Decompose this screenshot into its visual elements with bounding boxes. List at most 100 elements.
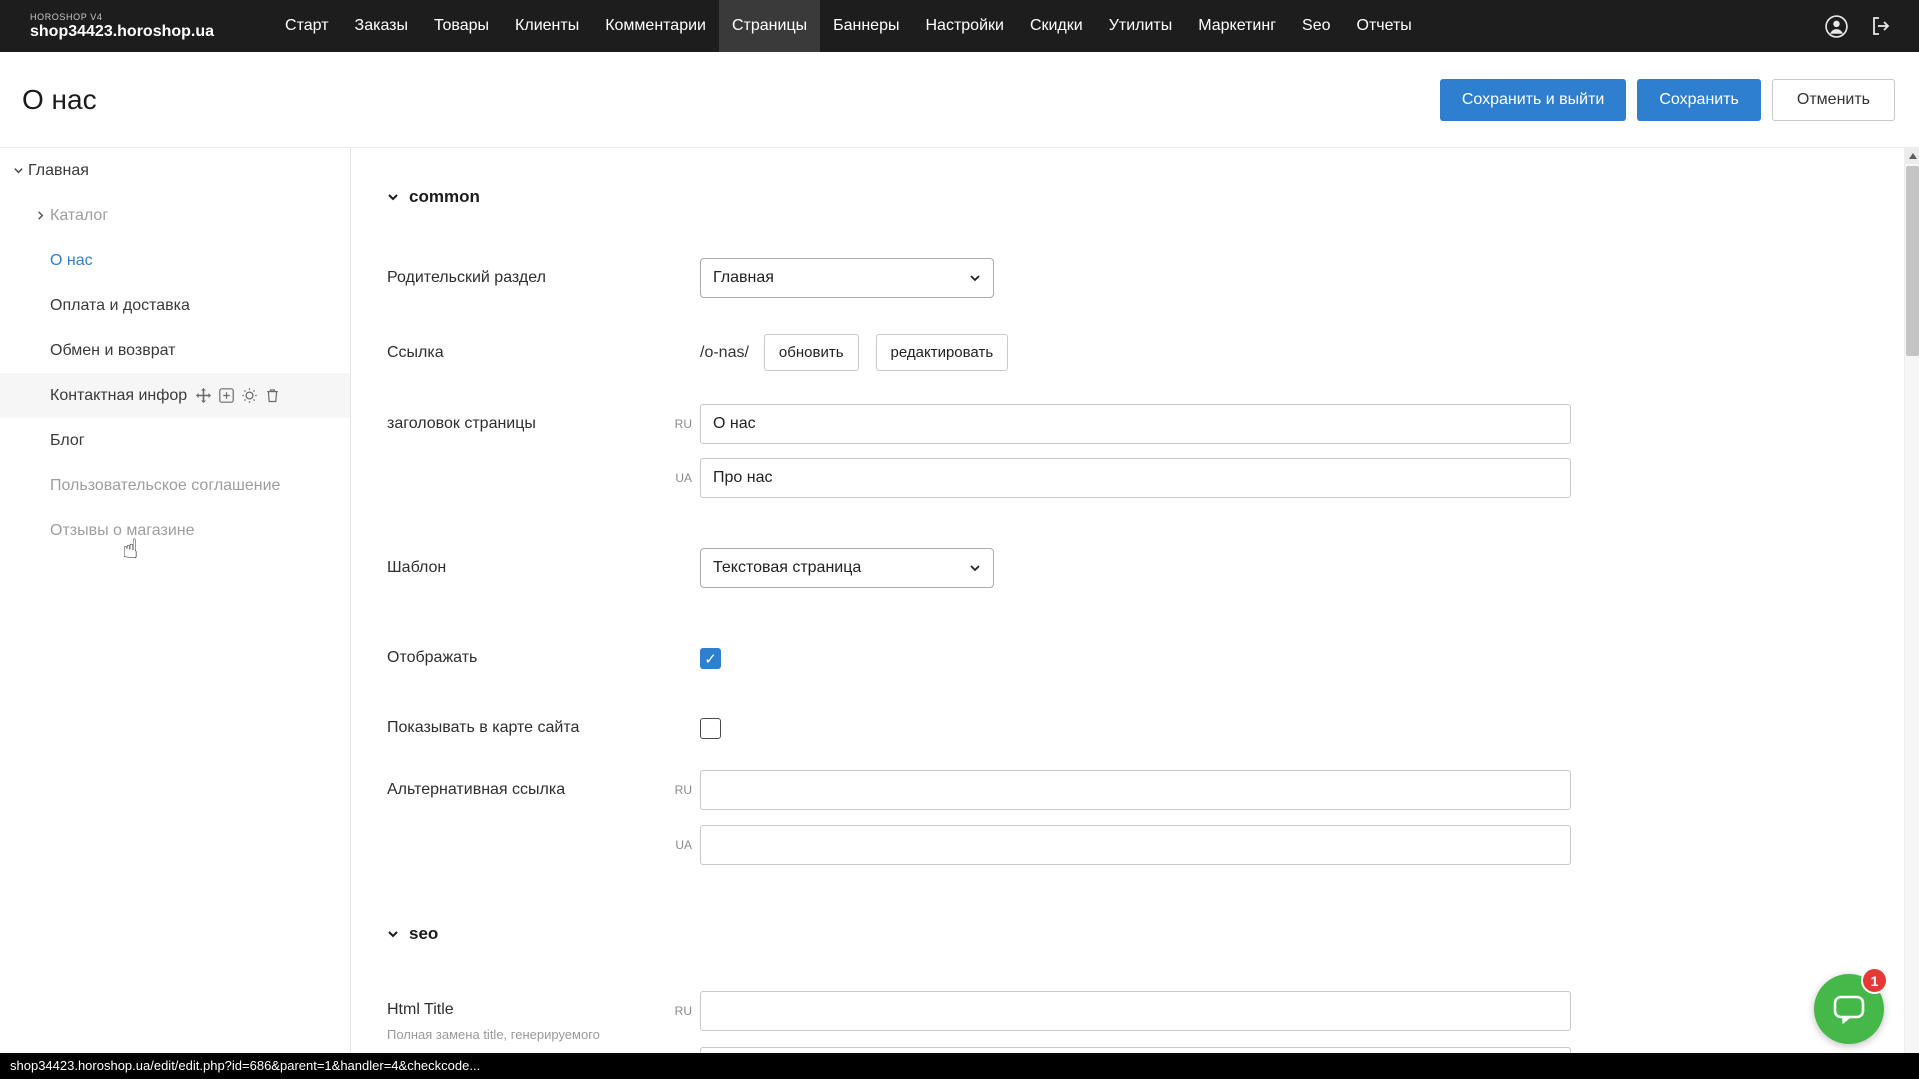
user-account-icon[interactable]	[1824, 14, 1849, 39]
scroll-up-arrow[interactable]	[1905, 148, 1919, 164]
sidebar-item-label: Главная	[28, 162, 89, 180]
topnav-item-settings[interactable]: Настройки	[912, 0, 1016, 52]
html-title-hint: Полная замена title, генерируемого	[387, 1027, 666, 1042]
select-value: Главная	[713, 269, 774, 287]
sidebar-item-label: Каталог	[50, 207, 108, 225]
link-path: /o-nas/	[700, 334, 749, 371]
chat-launcher-button[interactable]: 1	[1814, 974, 1884, 1044]
parent-section-label: Родительский раздел	[387, 258, 700, 298]
topnav-item-reports[interactable]: Отчеты	[1344, 0, 1425, 52]
body: Главная Каталог О нас Оплата и доставка …	[0, 148, 1919, 1079]
edit-link-button[interactable]: редактировать	[876, 334, 1009, 371]
alt-link-ru-input[interactable]	[700, 770, 1571, 810]
vertical-scrollbar[interactable]	[1904, 148, 1919, 1079]
sidebar-item-catalog[interactable]: Каталог	[0, 193, 350, 238]
gear-icon[interactable]	[242, 388, 257, 403]
display-label: Отображать	[387, 638, 700, 678]
scrollbar-thumb[interactable]	[1906, 166, 1919, 356]
brand-domain: shop34423.horoshop.ua	[30, 23, 214, 41]
sidebar-item-exchange-return[interactable]: Обмен и возврат	[0, 328, 350, 373]
cancel-button[interactable]: Отменить	[1772, 79, 1895, 121]
brand-version: HOROSHOP V4	[30, 12, 214, 22]
select-value: Текстовая страница	[713, 559, 861, 577]
chevron-down-icon	[387, 191, 399, 203]
top-navigation: Старт Заказы Товары Клиенты Комментарии …	[272, 0, 1824, 52]
page-edit-form: common Родительский раздел Главная Ссылк…	[351, 148, 1919, 1079]
lang-ua-badge: UA	[666, 838, 692, 852]
topnav-item-clients[interactable]: Клиенты	[502, 0, 592, 52]
sidebar-item-label: О нас	[50, 252, 93, 270]
sitemap-label: Показывать в карте сайта	[387, 708, 700, 748]
html-title-ru-input[interactable]	[700, 991, 1571, 1031]
pages-tree-sidebar: Главная Каталог О нас Оплата и доставка …	[0, 148, 351, 1079]
save-button[interactable]: Сохранить	[1637, 79, 1761, 121]
sidebar-item-store-reviews[interactable]: Отзывы о магазине	[0, 508, 350, 553]
topnav-item-marketing[interactable]: Маркетинг	[1185, 0, 1289, 52]
add-page-icon[interactable]	[219, 388, 234, 403]
trash-icon[interactable]	[265, 388, 280, 403]
chevron-down-icon	[969, 562, 981, 574]
html-title-label: Html Title	[387, 1001, 666, 1019]
topbar-icons	[1824, 0, 1893, 52]
sidebar-item-about[interactable]: О нас	[0, 238, 350, 283]
row-action-icons	[196, 388, 280, 403]
refresh-link-button[interactable]: обновить	[764, 334, 859, 371]
move-icon[interactable]	[196, 388, 211, 403]
lang-ru-badge: RU	[666, 1004, 692, 1018]
alt-link-label: Альтернативная ссылка	[387, 770, 666, 810]
topnav-item-comments[interactable]: Комментарии	[592, 0, 719, 52]
template-select[interactable]: Текстовая страница	[700, 548, 994, 588]
display-checkbox[interactable]	[700, 648, 721, 669]
sitemap-checkbox[interactable]	[700, 718, 721, 739]
chat-unread-badge: 1	[1861, 967, 1888, 994]
lang-ru-badge: RU	[666, 783, 692, 797]
link-label: Ссылка	[387, 334, 700, 371]
topnav-item-discounts[interactable]: Скидки	[1017, 0, 1096, 52]
chevron-down-icon[interactable]	[8, 165, 28, 176]
alt-link-ua-input[interactable]	[700, 825, 1571, 865]
logout-icon[interactable]	[1869, 14, 1893, 38]
sidebar-item-blog[interactable]: Блог	[0, 418, 350, 463]
browser-status-bar: shop34423.horoshop.ua/edit/edit.php?id=6…	[0, 1053, 1919, 1079]
topbar: HOROSHOP V4 shop34423.horoshop.ua Старт …	[0, 0, 1919, 52]
sidebar-item-label: Блог	[50, 432, 85, 450]
section-common-toggle[interactable]: common	[387, 186, 1919, 208]
page-title-ua-input[interactable]	[700, 458, 1571, 498]
section-title: common	[409, 187, 480, 207]
sidebar-item-label: Оплата и доставка	[50, 297, 190, 315]
sidebar-item-label: Пользовательское соглашение	[50, 477, 280, 495]
parent-section-select[interactable]: Главная	[700, 258, 994, 298]
header-actions: Сохранить и выйти Сохранить Отменить	[1440, 79, 1895, 121]
page-header: О нас Сохранить и выйти Сохранить Отмени…	[0, 52, 1919, 148]
sidebar-item-contact-info[interactable]: Контактная инфор	[0, 373, 350, 418]
sidebar-item-home[interactable]: Главная	[0, 148, 350, 193]
sidebar-item-payment-delivery[interactable]: Оплата и доставка	[0, 283, 350, 328]
save-and-exit-button[interactable]: Сохранить и выйти	[1440, 79, 1627, 121]
chevron-right-icon[interactable]	[30, 210, 50, 221]
chevron-down-icon	[969, 272, 981, 284]
topnav-item-banners[interactable]: Баннеры	[820, 0, 912, 52]
status-url: shop34423.horoshop.ua/edit/edit.php?id=6…	[10, 1058, 480, 1073]
topnav-item-orders[interactable]: Заказы	[342, 0, 421, 52]
sidebar-item-user-agreement[interactable]: Пользовательское соглашение	[0, 463, 350, 508]
topnav-item-utilities[interactable]: Утилиты	[1096, 0, 1186, 52]
html-title-label-block: Html Title Полная замена title, генериру…	[387, 991, 666, 1042]
template-label: Шаблон	[387, 548, 700, 588]
sidebar-item-label: Обмен и возврат	[50, 342, 175, 360]
topnav-item-start[interactable]: Старт	[272, 0, 341, 52]
lang-ua-badge: UA	[666, 471, 692, 485]
page-title-label: заголовок страницы	[387, 404, 666, 444]
topnav-item-pages[interactable]: Страницы	[719, 0, 820, 52]
chat-bubble-icon	[1831, 992, 1867, 1026]
topnav-item-seo[interactable]: Seo	[1289, 0, 1343, 52]
topnav-item-products[interactable]: Товары	[421, 0, 502, 52]
section-seo-toggle[interactable]: seo	[387, 923, 1919, 945]
page-title-ru-input[interactable]	[700, 404, 1571, 444]
page-title: О нас	[22, 84, 97, 116]
sidebar-item-label: Отзывы о магазине	[50, 522, 195, 540]
sidebar-item-label: Контактная инфор	[50, 387, 187, 405]
lang-ru-badge: RU	[666, 417, 692, 431]
brand[interactable]: HOROSHOP V4 shop34423.horoshop.ua	[30, 0, 214, 52]
chevron-down-icon	[387, 928, 399, 940]
section-title: seo	[409, 924, 438, 944]
